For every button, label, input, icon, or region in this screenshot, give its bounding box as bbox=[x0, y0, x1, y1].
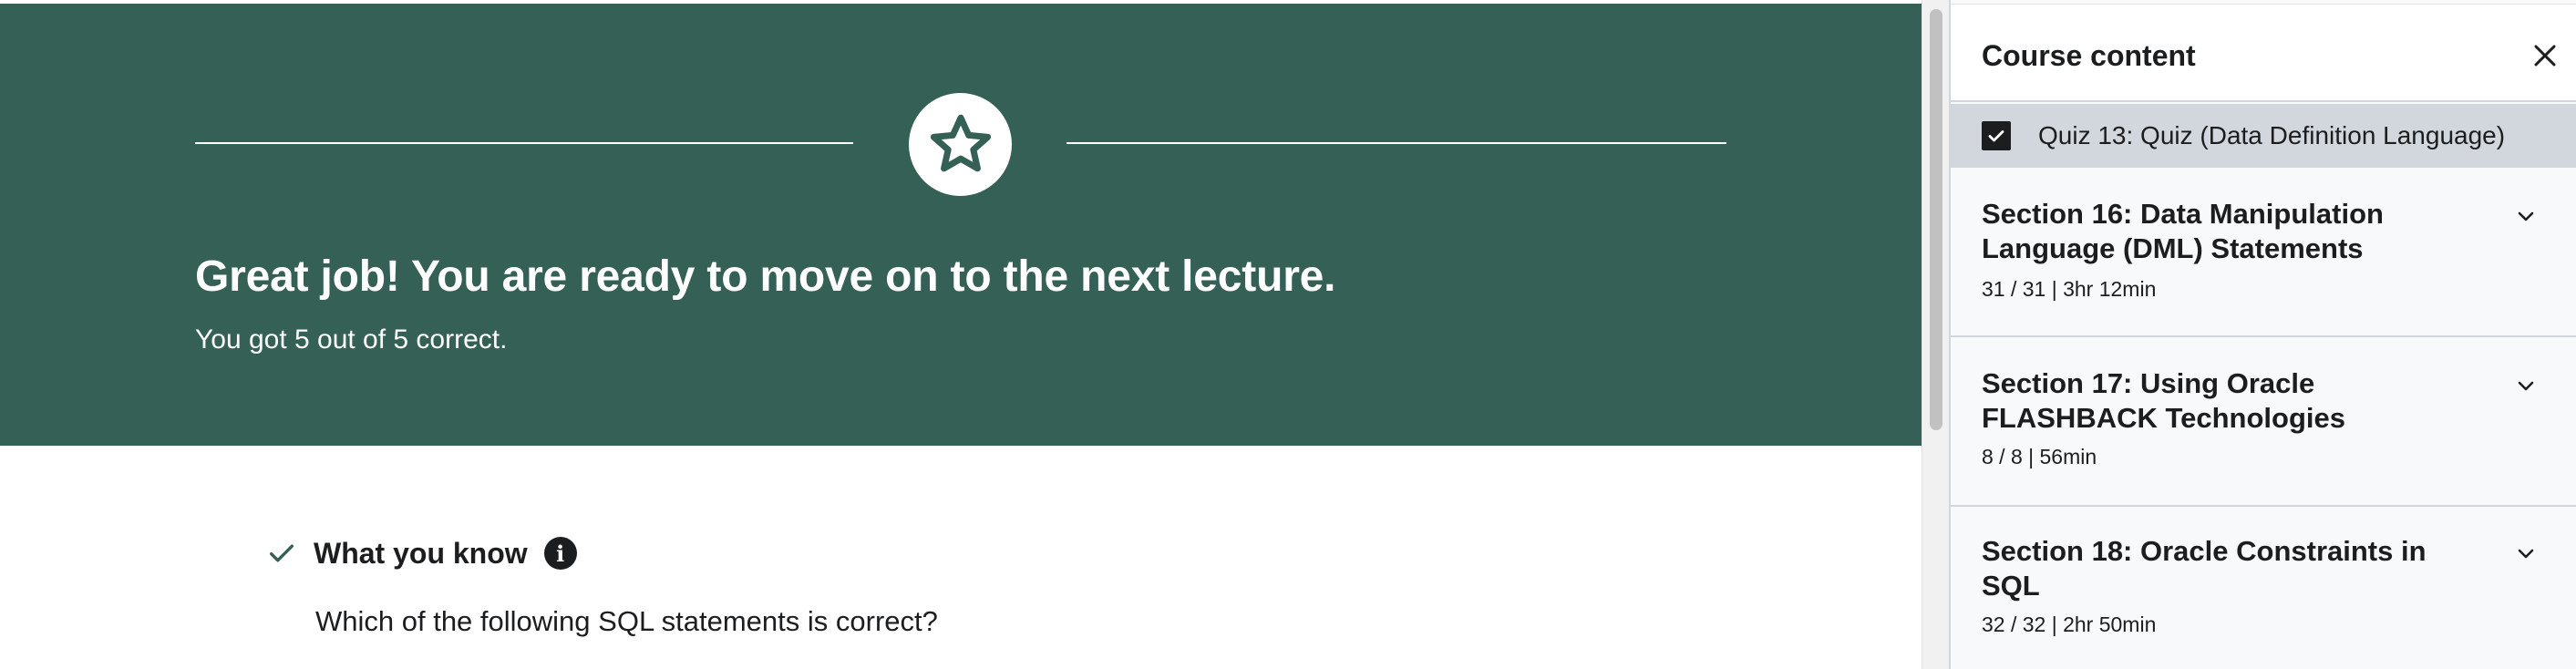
lecture-title: Quiz 13: Quiz (Data Definition Language) bbox=[2038, 121, 2506, 149]
section-16[interactable]: Section 16: Data Manipulation Language (… bbox=[1951, 170, 2576, 337]
course-player: Great job! You are ready to move on to t… bbox=[0, 0, 2576, 669]
divider-line bbox=[195, 142, 853, 144]
current-lecture-item[interactable]: Quiz 13: Quiz (Data Definition Language) bbox=[1951, 104, 2576, 168]
section-progress: 32 / 32 | 2hr 50min bbox=[1982, 612, 2157, 636]
what-you-know-header: What you know i bbox=[266, 531, 577, 575]
star-icon bbox=[930, 114, 991, 171]
result-title: Great job! You are ready to move on to t… bbox=[195, 252, 1336, 301]
scrollbar[interactable] bbox=[1922, 0, 1949, 669]
checkmark-icon bbox=[266, 538, 297, 569]
close-icon bbox=[2534, 45, 2556, 67]
section-18[interactable]: Section 18: Oracle Constraints in SQL 32… bbox=[1951, 507, 2576, 669]
sidebar-title: Course content bbox=[1982, 39, 2196, 72]
section-17[interactable]: Section 17: Using Oracle FLASHBACK Techn… bbox=[1951, 339, 2576, 507]
question-text: Which of the following SQL statements is… bbox=[315, 605, 938, 637]
section-progress: 8 / 8 | 56min bbox=[1982, 445, 2097, 468]
result-score: You got 5 out of 5 correct. bbox=[195, 324, 508, 355]
result-banner: Great job! You are ready to move on to t… bbox=[0, 4, 1922, 446]
course-content-sidebar: Course content Quiz 13: Quiz (Data Defin… bbox=[1949, 0, 2576, 669]
chevron-down-icon[interactable] bbox=[2512, 372, 2540, 399]
divider-line bbox=[1066, 142, 1726, 144]
completed-checkbox[interactable] bbox=[1982, 121, 2011, 150]
sidebar-header: Course content bbox=[1951, 4, 2576, 102]
quiz-result-panel: Great job! You are ready to move on to t… bbox=[0, 0, 1922, 669]
chevron-down-icon[interactable] bbox=[2512, 202, 2540, 230]
scrollbar-thumb[interactable] bbox=[1930, 9, 1942, 430]
chevron-down-icon[interactable] bbox=[2512, 540, 2540, 567]
section-progress: 31 / 31 | 3hr 12min bbox=[1982, 277, 2157, 301]
section-title: Section 18: Oracle Constraints in SQL bbox=[1982, 535, 2427, 602]
checkmark-icon bbox=[1988, 130, 2004, 142]
info-icon[interactable]: i bbox=[543, 537, 577, 570]
section-title: Section 16: Data Manipulation Language (… bbox=[1982, 198, 2384, 264]
section-title: Section 17: Using Oracle FLASHBACK Techn… bbox=[1982, 367, 2345, 434]
close-button[interactable] bbox=[2527, 37, 2563, 74]
what-you-know-label: What you know bbox=[314, 536, 528, 570]
star-badge bbox=[909, 93, 1012, 196]
